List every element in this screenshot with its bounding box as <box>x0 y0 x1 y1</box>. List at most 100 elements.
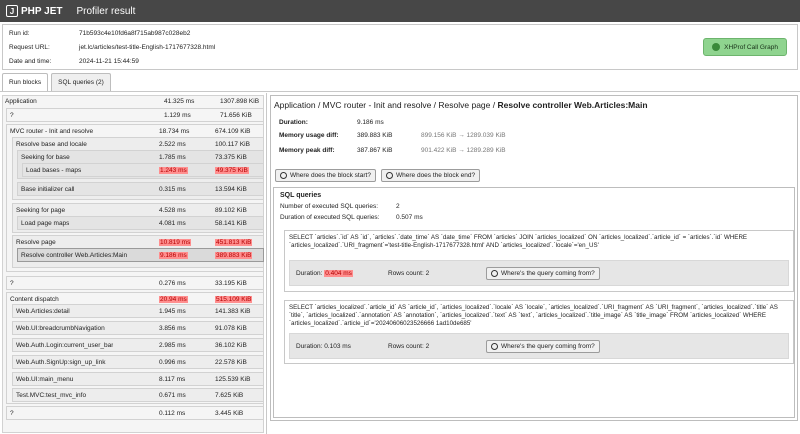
memory-peak-range: 901.422 KiB → 1289.289 KiB <box>421 147 506 154</box>
search-icon <box>491 270 498 277</box>
block-row: ? 1.129 ms 71.656 KiB <box>10 111 252 120</box>
query-duration: Duration: 0.103 ms <box>296 343 351 350</box>
block-row: Load bases - maps 1.243 ms 49.375 KiB <box>26 166 249 175</box>
pane-divider[interactable] <box>266 93 267 434</box>
block-row: Web.Auth.SignUp:sign_up_link 0.996 ms 22.5… <box>16 358 247 367</box>
search-icon <box>386 172 393 179</box>
date-row: Date and time: 2024-11-21 15:44:59 <box>9 58 139 65</box>
memory-peak-row: Memory peak diff: 387.867 KiB 901.422 Ki… <box>279 147 506 154</box>
block-duration: 18.734 ms <box>159 128 190 135</box>
page-title: Profiler result <box>76 5 136 17</box>
xhprof-button-label: XHProf Call Graph <box>724 43 778 51</box>
breadcrumb-path: Application / MVC router - Init and reso… <box>274 100 498 110</box>
block-row: Web.Auth.Login:current_user_bar 2.985 ms 3… <box>16 341 247 350</box>
sql-duration-label: Duration of executed SQL queries: <box>280 214 380 221</box>
tab-run-blocks[interactable]: Run blocks <box>2 73 49 91</box>
block-row: Seeking for page 4.528 ms 89.102 KiB <box>16 206 247 215</box>
block-duration-highlighted: 10.819 ms <box>159 239 192 246</box>
memory-usage-value: 389.883 KiB <box>357 132 393 139</box>
block-row: Content dispatch 20.94 ms 515.109 KiB <box>10 295 253 304</box>
block-row: Load page maps 4.081 ms 58.141 KiB <box>21 219 247 228</box>
block-name: Web.Auth.Login:current_user_bar <box>16 342 114 349</box>
block-duration: 1.129 ms <box>164 112 191 119</box>
query-origin-button[interactable]: Where's the query coming from? <box>486 267 600 280</box>
block-start-button[interactable]: Where does the block start? <box>275 169 376 182</box>
block-name: Resolve page <box>16 239 56 246</box>
block-memory: 1307.898 KiB <box>220 98 260 105</box>
block-name: Seeking for page <box>16 207 66 214</box>
sql-duration-row: Duration of executed SQL queries: 0.507 … <box>280 214 423 221</box>
block-duration: 1.785 ms <box>159 154 186 161</box>
block-duration: 0.276 ms <box>159 280 186 287</box>
block-memory: 125.539 KiB <box>215 376 251 383</box>
xhprof-call-graph-button[interactable]: XHProf Call Graph <box>703 38 787 56</box>
sql-query-stats: Duration: 0.103 ms Rows count: 2 Where's… <box>289 333 789 359</box>
block-name: Load page maps <box>21 220 70 227</box>
block-name: Resolve base and locale <box>16 141 87 148</box>
block-duration: 41.325 ms <box>164 98 195 105</box>
block-end-button[interactable]: Where does the block end? <box>381 169 481 182</box>
block-row: Web.UI:main_menu 8.117 ms 125.539 KiB <box>16 375 250 384</box>
run-id-value: 71b593c4e10fd6a8f715ab987c028eb2 <box>79 30 191 37</box>
sql-query-card: SELECT `articles`.`id` AS `id`, `article… <box>284 230 794 292</box>
date-label: Date and time: <box>9 58 52 65</box>
query-rows-count: Rows count: 2 <box>388 343 430 350</box>
block-name: Web.UI:breadcrumbNavigation <box>16 325 105 332</box>
search-icon <box>491 343 498 350</box>
request-url-label: Request URL: <box>9 44 50 51</box>
block-memory: 674.109 KiB <box>215 128 251 135</box>
block-row: Resolve controller Web.Articles:Main 9.18… <box>21 251 253 260</box>
tab-sql-queries[interactable]: SQL queries (2) <box>51 73 111 91</box>
request-url-row: Request URL: jet.lc/articles/test-title-… <box>9 44 215 51</box>
detail-breadcrumb: Application / MVC router - Init and reso… <box>274 100 648 110</box>
query-origin-button[interactable]: Where's the query coming from? <box>486 340 600 353</box>
sql-query-text: SELECT `articles_localized`.`article_id`… <box>289 304 778 327</box>
block-row: Base initializer call 0.315 ms 13.594 KiB <box>21 185 247 194</box>
sql-count-row: Number of executed SQL queries: 2 <box>280 203 400 210</box>
block-name: Content dispatch <box>10 296 59 303</box>
sql-query-text: SELECT `articles`.`id` AS `id`, `article… <box>289 234 748 249</box>
block-duration-highlighted: 9.186 ms <box>159 252 188 259</box>
block-memory-highlighted: 515.109 KiB <box>215 296 253 303</box>
memory-usage-label: Memory usage diff: <box>279 132 339 139</box>
app-header: J PHP JET Profiler result <box>0 0 800 22</box>
tab-bar: Run blocks SQL queries (2) <box>2 73 111 91</box>
block-duration: 1.945 ms <box>159 308 186 315</box>
block-memory-highlighted: 49.375 KiB <box>215 167 249 174</box>
block-row: Seeking for base 1.785 ms 73.375 KiB <box>21 153 247 162</box>
block-detail-panel: Application / MVC router - Init and reso… <box>270 95 798 421</box>
query-duration: Duration: 0.404 ms <box>296 270 353 277</box>
block-duration: 0.112 ms <box>159 410 186 417</box>
block-memory: 13.594 KiB <box>215 186 247 193</box>
block-name: Test.MVC:test_mvc_info <box>16 392 87 399</box>
php-jet-logo-icon: J <box>6 5 18 17</box>
tab-divider <box>0 91 800 92</box>
block-memory: 58.141 KiB <box>215 220 247 227</box>
block-duration: 4.528 ms <box>159 207 186 214</box>
run-id-row: Run id: 71b593c4e10fd6a8f715ab987c028eb2 <box>9 30 190 37</box>
block-duration: 0.315 ms <box>159 186 186 193</box>
query-origin-label: Where's the query coming from? <box>501 343 595 350</box>
search-icon <box>280 172 287 179</box>
block-name: ? <box>10 280 14 287</box>
block-row: Test.MVC:test_mvc_info 0.671 ms 7.625 KiB <box>16 391 243 400</box>
query-duration-value: 0.103 ms <box>324 343 351 350</box>
block-memory: 33.195 KiB <box>215 280 247 287</box>
query-origin-label: Where's the query coming from? <box>501 270 595 277</box>
query-duration-label: Duration: <box>296 343 323 350</box>
run-blocks-tree: Application 41.325 ms 1307.898 KiB ? 1.129 … <box>0 93 266 434</box>
logo: J PHP JET <box>6 5 63 17</box>
memory-peak-value: 387.867 KiB <box>357 147 393 154</box>
query-rows-count: Rows count: 2 <box>388 270 430 277</box>
sql-query-stats: Duration: 0.404 ms Rows count: 2 Where's… <box>289 260 789 286</box>
date-value: 2024-11-21 15:44:59 <box>79 58 139 65</box>
block-row: ? 0.112 ms 3.445 KiB <box>10 409 243 418</box>
block-memory: 3.445 KiB <box>215 410 244 417</box>
memory-usage-range: 899.156 KiB → 1289.039 KiB <box>421 132 506 139</box>
block-memory: 141.383 KiB <box>215 308 251 315</box>
block-row: MVC router - Init and resolve 18.734 ms 67… <box>10 127 250 136</box>
block-name: Web.Articles:detail <box>16 308 70 315</box>
block-memory-highlighted: 451.813 KiB <box>215 239 253 246</box>
sql-duration-value: 0.507 ms <box>396 214 423 221</box>
memory-peak-label: Memory peak diff: <box>279 147 335 154</box>
